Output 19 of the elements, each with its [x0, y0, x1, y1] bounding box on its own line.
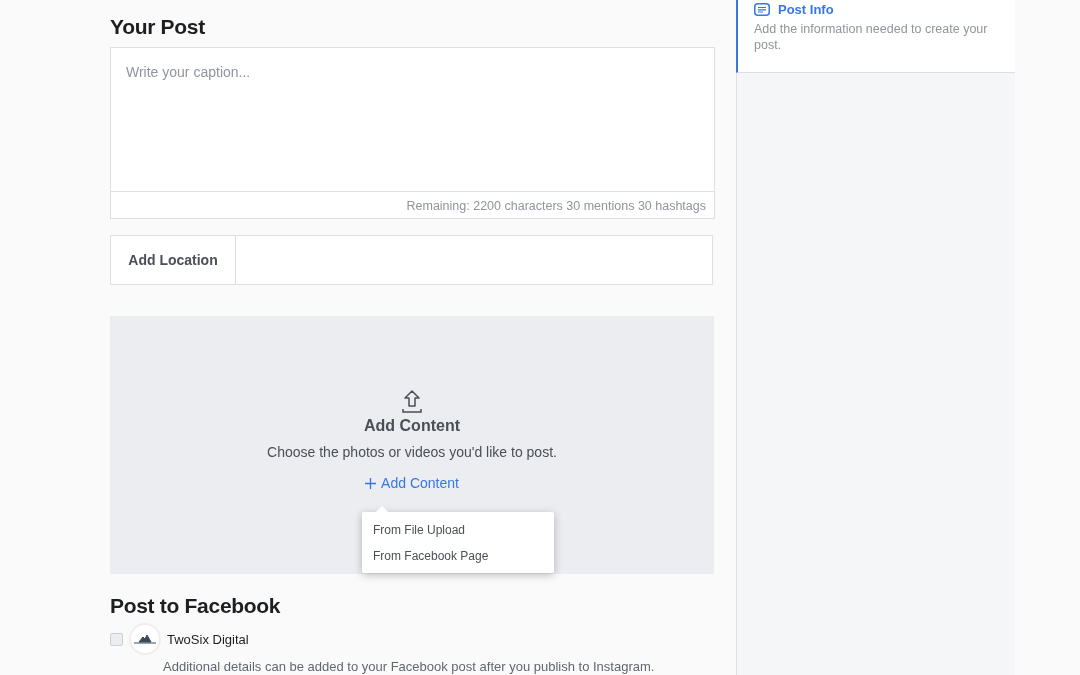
page-checkbox[interactable] — [110, 632, 123, 646]
plus-icon — [365, 477, 377, 489]
remaining-count: Remaining: 2200 characters 30 mentions 30 hashtags — [406, 199, 706, 213]
section-heading: Your Post — [110, 14, 206, 39]
add-content-link[interactable]: Add Content — [365, 475, 459, 491]
page-name: TwoSix Digital — [167, 631, 249, 647]
step-description: Add the information needed to create your post. — [754, 21, 989, 53]
document-icon — [754, 3, 770, 16]
mountain-logo-icon — [134, 634, 156, 644]
section-heading: Post to Facebook — [110, 593, 282, 618]
facebook-note: Additional details can be added to your Facebook post after you publish to Instagram. — [163, 659, 656, 674]
location-field[interactable]: Add Location — [110, 235, 713, 285]
step-title: Post Info — [778, 2, 834, 17]
menu-item[interactable]: From Facebook Page — [362, 543, 554, 569]
upload-description: Choose the photos or videos you'd like to post. — [267, 444, 557, 460]
sidebar-step[interactable]: Post Info Add the information needed to create your post. — [736, 0, 1015, 73]
upload-title: Add Content — [364, 417, 460, 435]
menu-item[interactable]: From File Upload — [362, 517, 554, 543]
upload-icon — [402, 390, 422, 413]
